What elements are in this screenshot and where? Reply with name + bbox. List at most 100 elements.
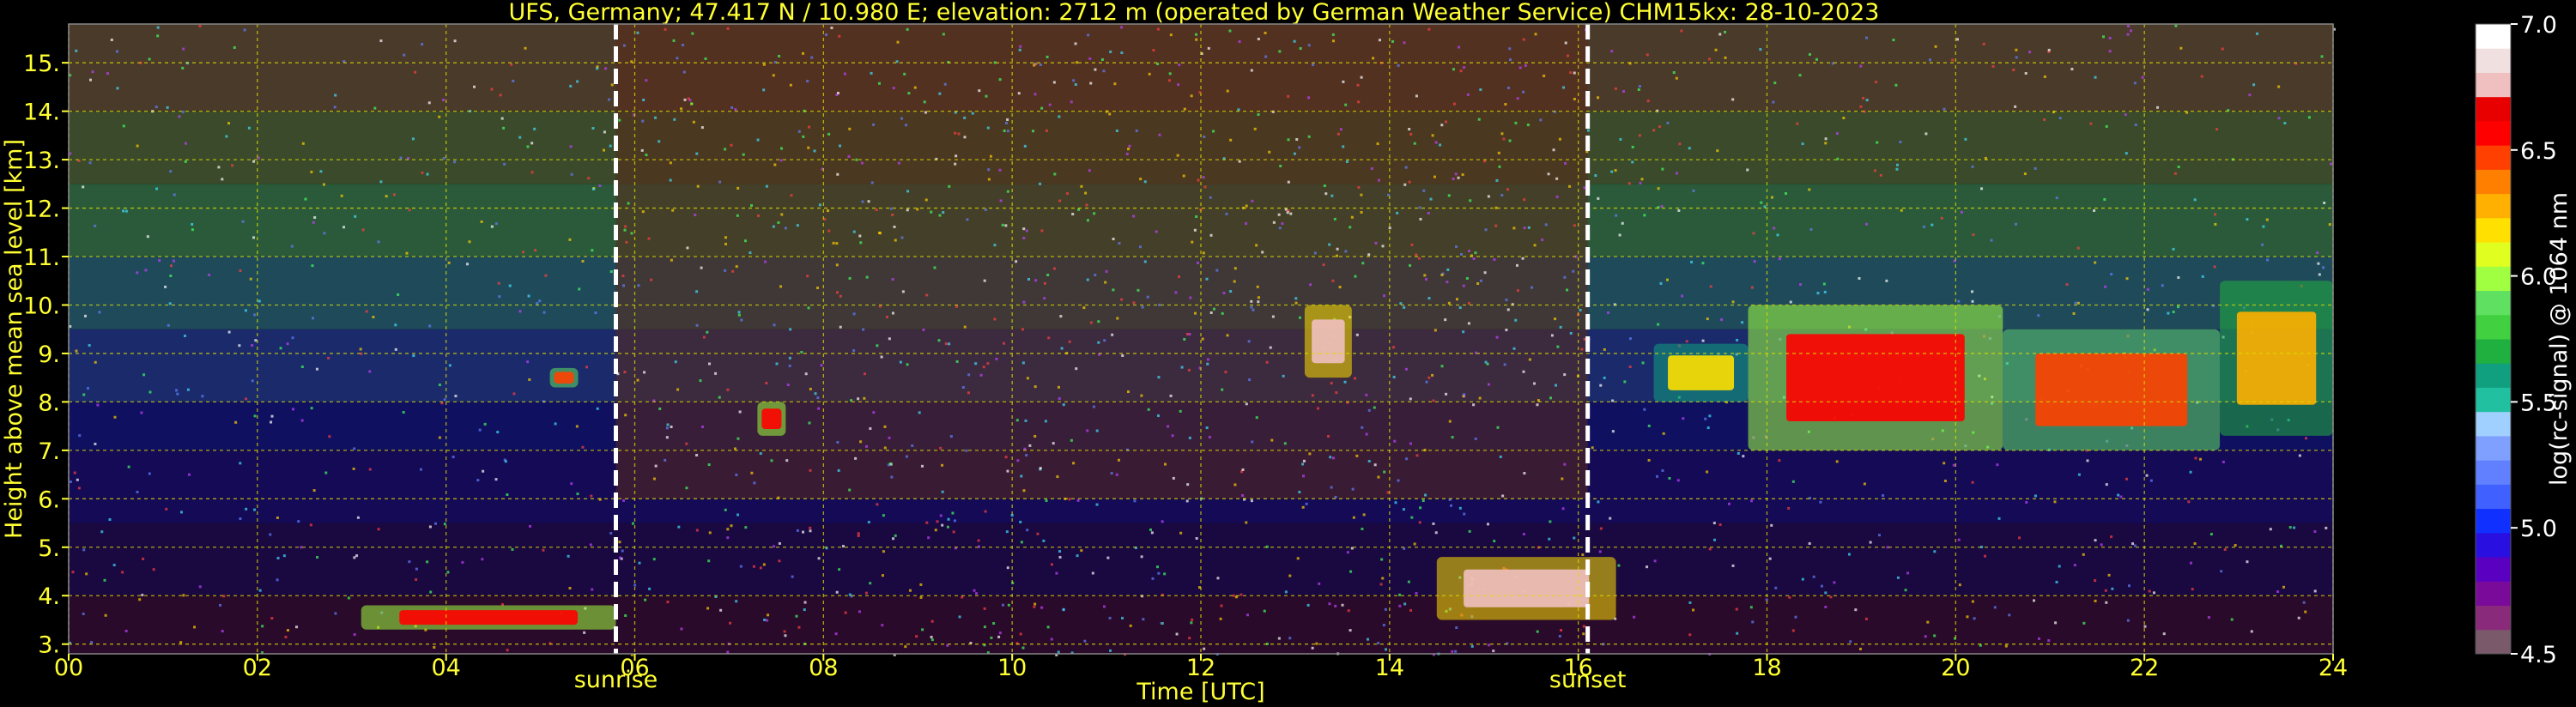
noise-point (1196, 261, 1199, 264)
noise-point (906, 27, 909, 31)
noise-point (1409, 132, 1413, 136)
noise-point (2305, 437, 2308, 440)
noise-point (511, 547, 514, 551)
noise-point (1209, 311, 1213, 314)
noise-point (652, 558, 656, 561)
noise-point (1465, 276, 1469, 280)
noise-point (943, 82, 947, 86)
noise-point (1402, 508, 1405, 511)
noise-point (1415, 94, 1418, 98)
noise-point (1672, 71, 1676, 75)
noise-point (790, 194, 793, 197)
noise-point (1773, 227, 1776, 230)
noise-point (647, 237, 651, 240)
noise-point (1536, 630, 1539, 633)
noise-point (2246, 560, 2249, 564)
noise-point (1036, 532, 1039, 535)
noise-point (1498, 165, 1501, 168)
noise-point (1338, 286, 1342, 289)
noise-point (1718, 33, 1722, 36)
noise-point (941, 523, 944, 527)
noise-point (75, 349, 78, 353)
noise-point (862, 328, 865, 331)
noise-point (415, 567, 418, 571)
noise-point (2107, 573, 2111, 577)
noise-point (598, 184, 602, 187)
noise-point (989, 154, 992, 158)
noise-point (1653, 559, 1657, 563)
noise-point (176, 392, 179, 396)
noise-point (869, 582, 872, 585)
noise-point (706, 607, 710, 610)
noise-point (594, 311, 597, 315)
noise-point (1355, 333, 1359, 336)
noise-point (772, 74, 775, 77)
noise-point (186, 388, 190, 391)
noise-point (827, 229, 831, 233)
noise-point (827, 209, 830, 213)
noise-point (1452, 68, 1455, 71)
noise-point (652, 477, 656, 480)
noise-point (2047, 48, 2051, 51)
noise-point (1568, 184, 1572, 188)
noise-point (1147, 408, 1150, 411)
noise-point (112, 564, 116, 567)
noise-point (1022, 489, 1026, 492)
noise-point (2108, 50, 2112, 53)
noise-point (258, 589, 262, 592)
noise-point (891, 311, 894, 315)
noise-point (1859, 64, 1863, 68)
noise-point (961, 595, 964, 599)
noise-point (297, 520, 300, 523)
noise-point (1858, 647, 1862, 650)
noise-point (1549, 520, 1552, 523)
noise-point (2277, 117, 2281, 120)
noise-point (1302, 459, 1306, 462)
noise-point (1033, 602, 1037, 606)
noise-point (809, 468, 812, 472)
noise-point (506, 649, 509, 652)
noise-point (426, 172, 429, 176)
noise-point (955, 360, 959, 363)
noise-point (938, 92, 942, 95)
noise-point (1377, 475, 1380, 479)
noise-point (1111, 333, 1114, 336)
noise-point (877, 231, 881, 234)
noise-point (789, 83, 792, 87)
noise-point (1021, 328, 1024, 331)
noise-point (1263, 609, 1266, 613)
noise-point (2146, 308, 2149, 311)
noise-point (2214, 213, 2217, 216)
noise-point (227, 122, 231, 125)
noise-point (244, 309, 247, 312)
noise-point (1383, 470, 1386, 474)
noise-point (1621, 221, 1624, 225)
noise-point (1042, 539, 1046, 542)
noise-point (1006, 130, 1009, 133)
noise-point (901, 290, 905, 293)
noise-point (664, 27, 667, 31)
noise-point (536, 302, 539, 305)
noise-point (1418, 206, 1421, 209)
noise-point (452, 456, 455, 459)
noise-point (2201, 275, 2204, 278)
noise-point (1265, 360, 1269, 364)
noise-point (1701, 262, 1705, 265)
noise-point (310, 170, 313, 173)
noise-point (1794, 615, 1797, 619)
noise-point (183, 334, 186, 337)
noise-point (1398, 604, 1402, 607)
noise-point (1646, 100, 1650, 103)
noise-point (1493, 258, 1496, 262)
noise-point (1773, 82, 1777, 85)
colorbar-swatch (2476, 145, 2511, 170)
noise-point (784, 634, 787, 638)
noise-point (1835, 132, 1839, 136)
noise-point (1833, 581, 1836, 584)
colorbar-swatch (2476, 314, 2511, 340)
noise-point (1876, 141, 1879, 144)
noise-point (2207, 616, 2210, 619)
noise-point (1120, 51, 1124, 55)
noise-point (1586, 129, 1590, 132)
noise-point (1253, 127, 1257, 130)
